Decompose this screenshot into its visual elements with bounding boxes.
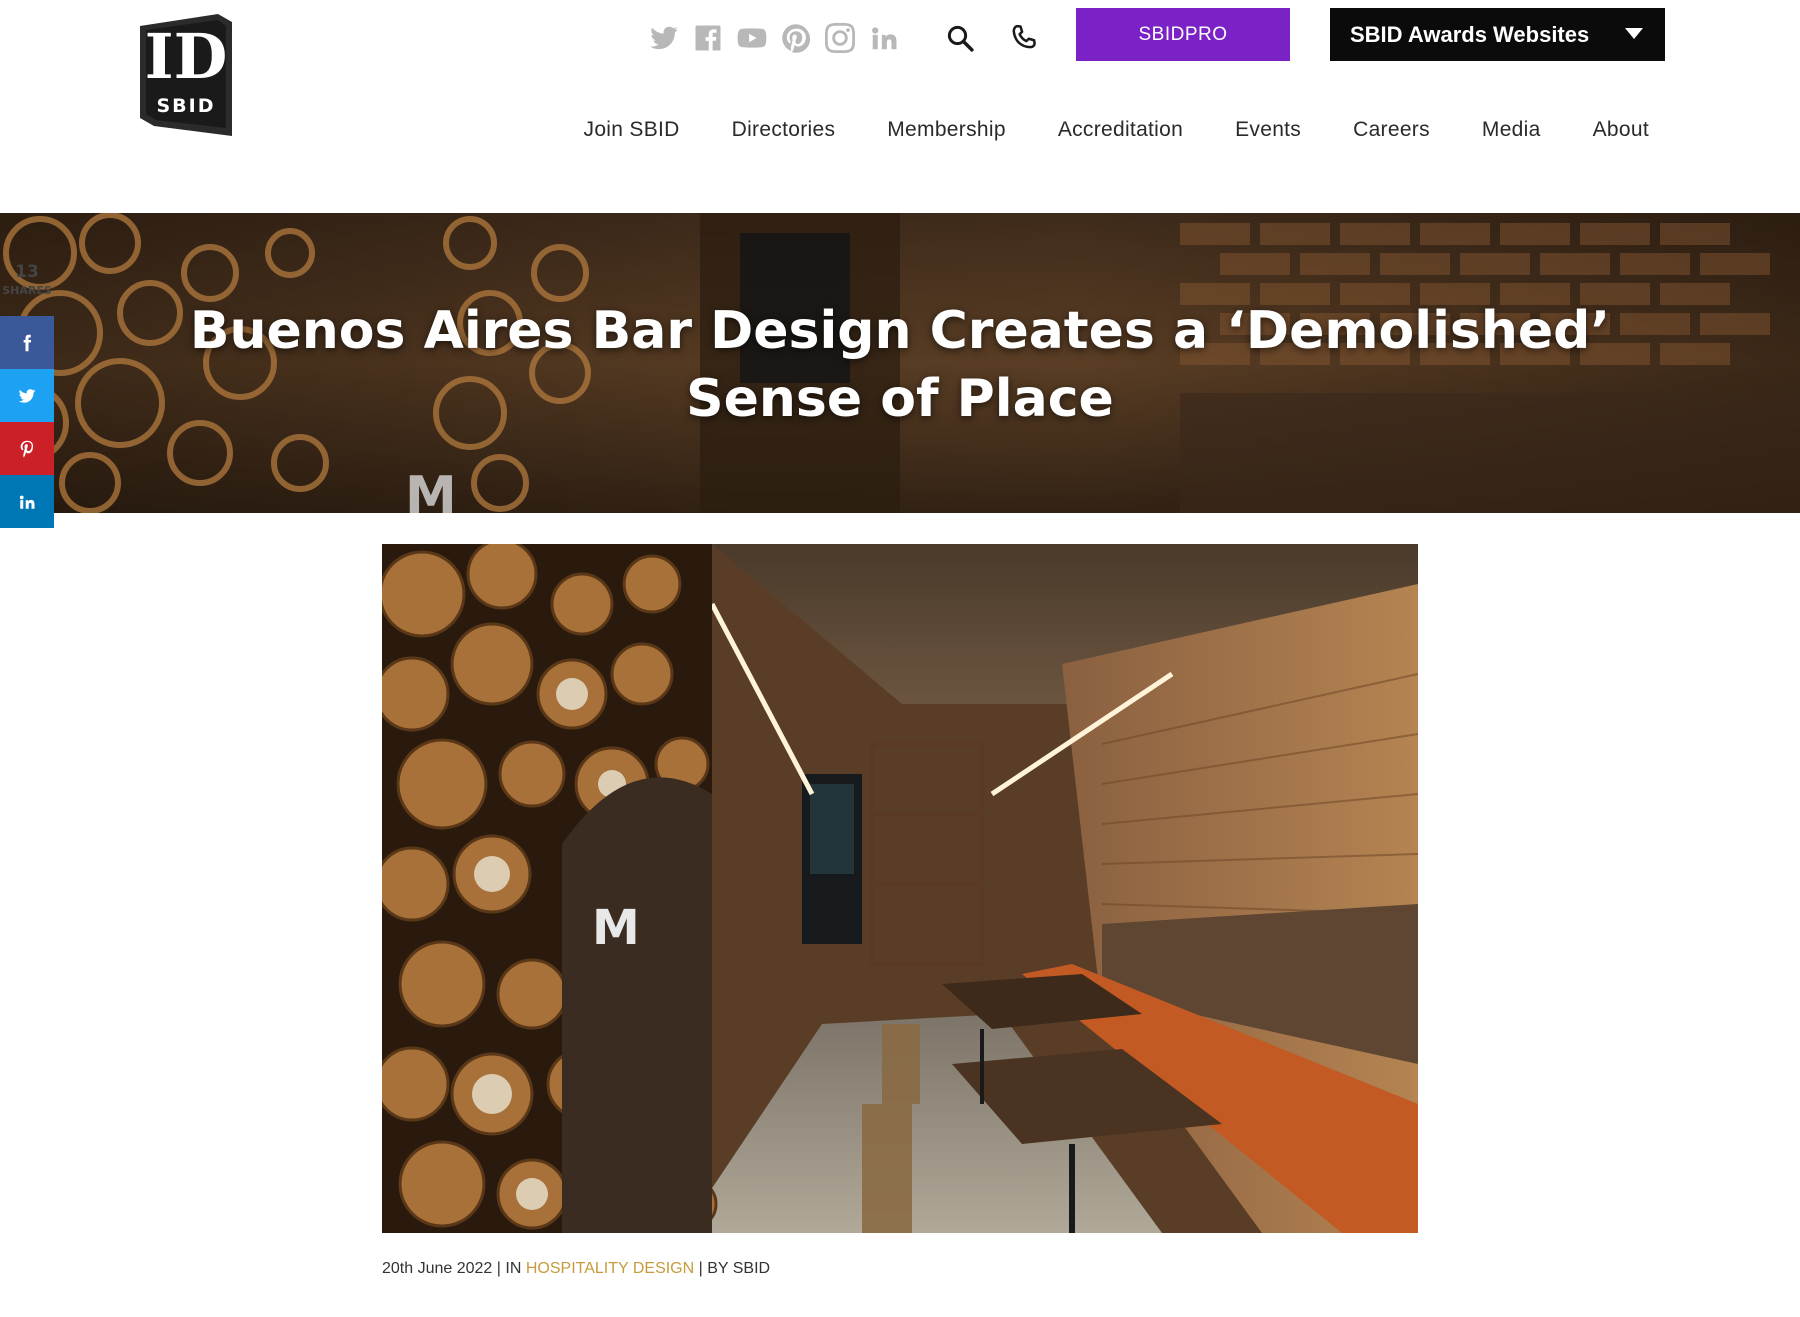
caret-down-icon	[1625, 28, 1643, 39]
nav-accreditation[interactable]: Accreditation	[1032, 112, 1209, 148]
facebook-icon	[23, 334, 32, 351]
article-meta: 20th June 2022 | IN HOSPITALITY DESIGN |…	[382, 1260, 770, 1278]
search-icon[interactable]	[940, 18, 980, 58]
awards-websites-label: SBID Awards Websites	[1350, 21, 1590, 47]
nav-careers[interactable]: Careers	[1327, 112, 1456, 148]
twitter-icon	[18, 388, 36, 403]
hero-banner: M Buenos Aires Bar Design Creates a ‘Dem…	[0, 213, 1800, 513]
awards-websites-dropdown[interactable]: SBID Awards Websites	[1330, 8, 1665, 61]
nav-join-sbid[interactable]: Join SBID	[558, 112, 706, 148]
sbidpro-button[interactable]: SBIDPRO	[1076, 8, 1290, 61]
facebook-icon[interactable]	[692, 22, 724, 54]
hero-sign-letter: M	[405, 466, 457, 513]
share-linkedin-button[interactable]	[0, 475, 54, 528]
share-facebook-button[interactable]	[0, 316, 54, 369]
sbid-logo[interactable]: ID SBID	[140, 14, 232, 136]
share-count-label: SHARES	[2, 284, 52, 297]
twitter-icon[interactable]	[648, 22, 680, 54]
linkedin-icon[interactable]	[868, 22, 900, 54]
nav-about[interactable]: About	[1567, 112, 1657, 148]
pinterest-icon	[20, 440, 34, 457]
article-title: Buenos Aires Bar Design Creates a ‘Demol…	[0, 297, 1800, 433]
image-sign-letter: M	[592, 900, 640, 956]
article-title-line2: Sense of Place	[686, 369, 1114, 429]
share-pinterest-button[interactable]	[0, 422, 54, 475]
nav-events[interactable]: Events	[1209, 112, 1327, 148]
youtube-icon[interactable]	[736, 22, 768, 54]
nav-media[interactable]: Media	[1456, 112, 1567, 148]
logo-letters: ID	[145, 20, 228, 93]
nav-membership[interactable]: Membership	[861, 112, 1032, 148]
meta-by-label: | BY SBID	[698, 1260, 771, 1277]
share-count-number: 13	[15, 262, 39, 282]
logo-wordmark: SBID	[156, 95, 215, 117]
main-nav: Join SBID Directories Membership Accredi…	[558, 112, 1657, 148]
social-links	[648, 18, 900, 58]
article-date: 20th June 2022	[382, 1260, 493, 1277]
share-twitter-button[interactable]	[0, 369, 54, 422]
article-featured-image[interactable]: M	[382, 544, 1418, 1233]
share-count: 13 SHARES	[0, 262, 54, 297]
instagram-icon[interactable]	[824, 22, 856, 54]
article-category-link[interactable]: HOSPITALITY DESIGN	[526, 1260, 694, 1277]
linkedin-icon	[19, 495, 35, 509]
bar-interior-image: M	[382, 544, 1418, 1233]
phone-icon[interactable]	[1004, 18, 1044, 58]
meta-in-label: | IN	[496, 1260, 522, 1277]
article-title-line1: Buenos Aires Bar Design Creates a ‘Demol…	[189, 301, 1611, 361]
pinterest-icon[interactable]	[780, 22, 812, 54]
nav-directories[interactable]: Directories	[706, 112, 862, 148]
